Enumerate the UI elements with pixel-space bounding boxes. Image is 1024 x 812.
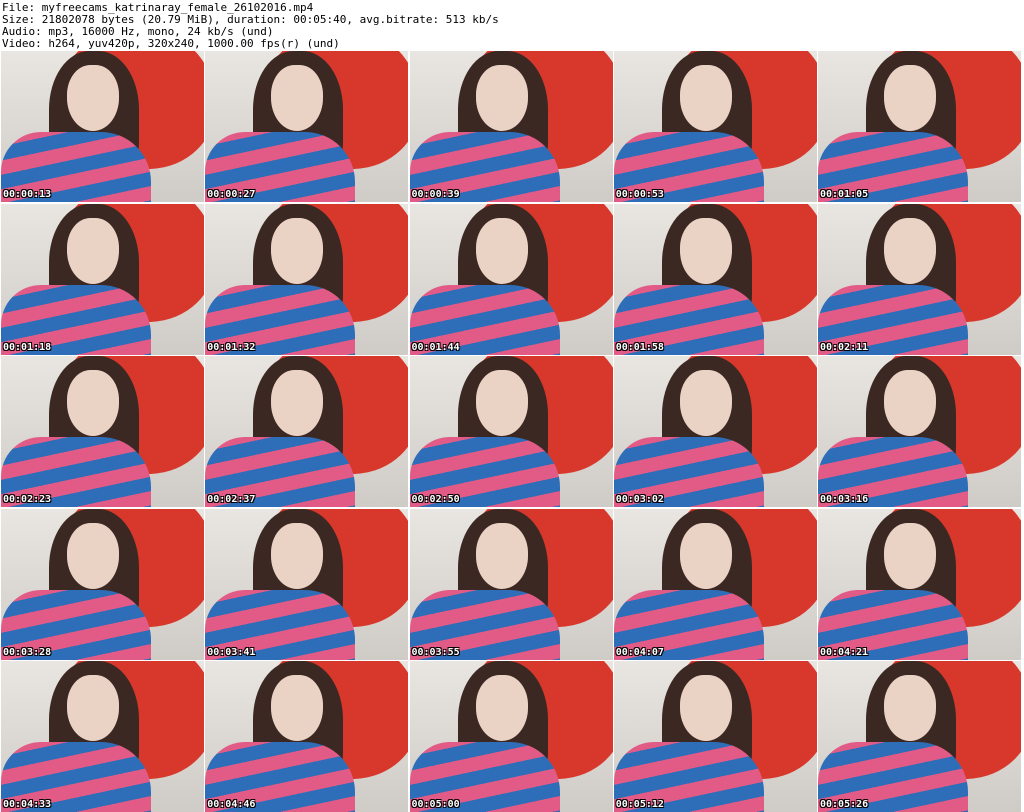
video-thumbnail: 00:00:27 <box>205 51 409 202</box>
person-face <box>271 675 324 741</box>
person-face <box>271 65 324 131</box>
thumbnail-timestamp: 00:03:28 <box>3 646 52 658</box>
video-line: Video: h264, yuv420p, 320x240, 1000.00 f… <box>2 37 340 50</box>
video-thumbnail: 00:01:44 <box>409 203 613 355</box>
thumbnail-timestamp: 00:02:23 <box>3 494 52 505</box>
video-thumbnail: 00:04:07 <box>613 508 817 660</box>
thumbnail-timestamp: 00:01:32 <box>207 341 256 353</box>
video-thumbnail: 00:00:53 <box>613 51 817 202</box>
thumbnail-timestamp: 00:01:44 <box>411 341 460 353</box>
thumbnail-timestamp: 00:00:39 <box>411 189 460 200</box>
person-face <box>884 370 936 436</box>
video-thumbnail: 00:05:00 <box>409 661 613 812</box>
person-face <box>679 65 732 131</box>
person-face <box>67 522 119 589</box>
video-info-header: File: myfreecams_katrinaray_female_26102… <box>0 0 1024 50</box>
thumbnail-timestamp: 00:01:05 <box>820 189 869 200</box>
video-thumbnail: 00:00:39 <box>409 51 613 202</box>
video-thumbnail: 00:03:02 <box>613 356 817 507</box>
thumbnail-timestamp: 00:04:21 <box>820 646 869 658</box>
person-face <box>679 522 732 589</box>
thumbnail-timestamp: 00:02:11 <box>820 341 869 353</box>
thumbnail-timestamp: 00:00:13 <box>3 189 52 200</box>
video-thumbnail: 00:03:28 <box>1 508 204 660</box>
video-thumbnail: 00:02:11 <box>818 203 1021 355</box>
person-face <box>67 370 119 436</box>
person-face <box>884 217 936 284</box>
video-thumbnail: 00:03:55 <box>409 508 613 660</box>
thumbnail-timestamp: 00:00:53 <box>615 189 664 200</box>
thumbnail-timestamp: 00:03:55 <box>411 646 460 658</box>
person-face <box>884 522 936 589</box>
person-face <box>475 217 528 284</box>
thumbnail-timestamp: 00:05:12 <box>615 799 664 810</box>
person-face <box>475 370 528 436</box>
video-thumbnail: 00:01:32 <box>205 203 409 355</box>
person-face <box>67 217 119 284</box>
video-thumbnail: 00:04:46 <box>205 661 409 812</box>
thumbnail-timestamp: 00:03:02 <box>615 494 664 505</box>
thumbnail-timestamp: 00:05:26 <box>820 799 869 810</box>
thumbnail-timestamp: 00:05:00 <box>411 799 460 810</box>
thumbnail-timestamp: 00:04:07 <box>615 646 664 658</box>
person-face <box>679 370 732 436</box>
video-thumbnail: 00:01:18 <box>1 203 204 355</box>
thumbnail-timestamp: 00:02:50 <box>411 494 460 505</box>
person-face <box>271 370 324 436</box>
thumbnail-timestamp: 00:00:27 <box>207 189 256 200</box>
video-thumbnail: 00:02:23 <box>1 356 204 507</box>
thumbnail-timestamp: 00:01:58 <box>615 341 664 353</box>
person-face <box>884 675 936 741</box>
thumbnail-timestamp: 00:01:18 <box>3 341 52 353</box>
thumbnail-timestamp: 00:03:16 <box>820 494 869 505</box>
thumbnail-grid: 00:00:13 00:00:27 00:00:39 00:00:53 00:01:05… <box>0 50 1024 812</box>
thumbnail-timestamp: 00:04:46 <box>207 799 256 810</box>
person-face <box>679 675 732 741</box>
person-face <box>67 65 119 131</box>
person-face <box>475 65 528 131</box>
video-thumbnail: 00:01:58 <box>613 203 817 355</box>
person-face <box>679 217 732 284</box>
video-thumbnail: 00:04:33 <box>1 661 204 812</box>
person-face <box>475 675 528 741</box>
person-face <box>884 65 936 131</box>
video-thumbnail: 00:02:50 <box>409 356 613 507</box>
video-thumbnail: 00:05:26 <box>818 661 1021 812</box>
video-thumbnail: 00:01:05 <box>818 51 1021 202</box>
thumbnail-timestamp: 00:02:37 <box>207 494 256 505</box>
video-thumbnail: 00:03:16 <box>818 356 1021 507</box>
video-thumbnail: 00:05:12 <box>613 661 817 812</box>
person-face <box>271 522 324 589</box>
thumbnail-timestamp: 00:04:33 <box>3 799 52 810</box>
video-thumbnail: 00:02:37 <box>205 356 409 507</box>
person-face <box>271 217 324 284</box>
person-face <box>475 522 528 589</box>
video-thumbnail: 00:04:21 <box>818 508 1021 660</box>
thumbnail-timestamp: 00:03:41 <box>207 646 256 658</box>
video-thumbnail: 00:00:13 <box>1 51 204 202</box>
person-face <box>67 675 119 741</box>
video-thumbnail: 00:03:41 <box>205 508 409 660</box>
